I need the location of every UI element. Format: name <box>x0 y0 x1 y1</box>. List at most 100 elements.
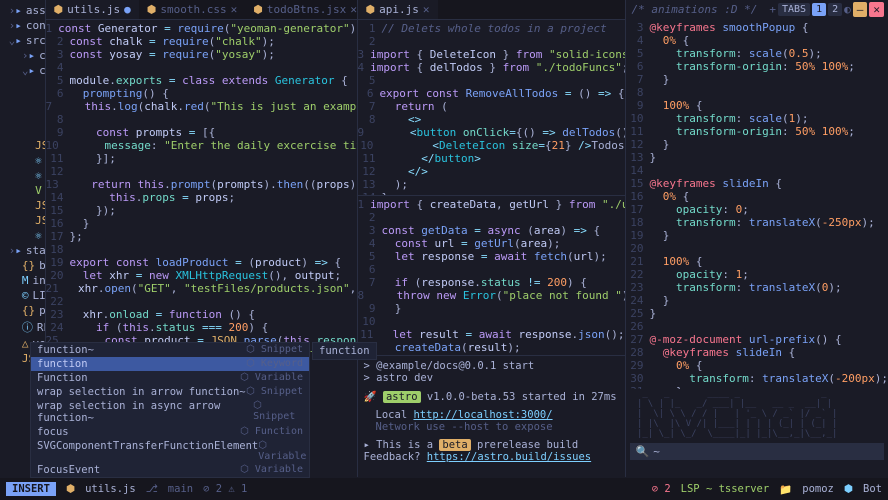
code-line[interactable]: 5module.exports = class extends Generato… <box>46 74 357 87</box>
code-line[interactable]: 22 <box>46 295 357 308</box>
editor-tab[interactable]: ⬢todoBtns.jsx✕ <box>245 0 365 19</box>
code-line[interactable]: 26 <box>626 320 888 333</box>
code-line[interactable]: 7 return ( <box>358 100 625 113</box>
code-line[interactable]: 20 let xhr = new XMLHttpRequest(), outpu… <box>46 269 357 282</box>
code-line[interactable]: 9 } <box>358 302 625 315</box>
tree-item[interactable]: M index.html <box>0 273 45 288</box>
code-line[interactable]: 10 message: "Enter the daily excercise t… <box>46 139 357 152</box>
code-line[interactable]: 20 <box>626 242 888 255</box>
autocomplete-item[interactable]: wrap selection in arrow function~⬡ Snipp… <box>31 385 309 399</box>
code-line[interactable]: 22 opacity: 1; <box>626 268 888 281</box>
code-line[interactable]: 21 100% { <box>626 255 888 268</box>
code-line[interactable]: 4import { delTodos } from "./todoFuncs"; <box>358 61 625 74</box>
code-line[interactable]: 12 } <box>626 138 888 151</box>
code-line[interactable]: 1const Generator = require("yeoman-gener… <box>46 22 357 35</box>
code-line[interactable]: 7 } <box>626 73 888 86</box>
code-line[interactable]: 10 <DeleteIcon size={21} />Todos <box>358 139 625 152</box>
code-line[interactable]: 12 createData(result); <box>358 341 625 354</box>
tree-item[interactable]: V land.vue <box>0 183 45 198</box>
tree-item[interactable]: # navbar.css <box>0 78 45 93</box>
tree-item[interactable]: # timer.css <box>0 123 45 138</box>
autocomplete-item[interactable]: Function⬡ Variable <box>31 371 309 385</box>
minimize-icon[interactable]: – <box>853 2 868 17</box>
autocomplete-item[interactable]: FocusEvent⬡ Variable <box>31 463 309 477</box>
code-line[interactable]: 24 if (this.status === 200) { <box>46 321 357 334</box>
tree-item[interactable]: ⌄ ▸ css <box>0 63 45 78</box>
code-line[interactable]: 3@keyframes smoothPopup { <box>626 21 888 34</box>
add-tab-icon[interactable]: + <box>769 3 776 16</box>
code-line[interactable]: 4 0% { <box>626 34 888 47</box>
tree-item[interactable]: {} babel.config.js <box>0 258 45 273</box>
code-line[interactable]: 16 } <box>46 217 357 230</box>
code-line[interactable]: 11 let result = await response.json(); <box>358 328 625 341</box>
code-line[interactable]: 10 transform: scale(1); <box>626 112 888 125</box>
code-line[interactable]: 11 }]; <box>46 152 357 165</box>
code-line[interactable]: 6 transform-origin: 50% 100%; <box>626 60 888 73</box>
code-line[interactable]: 5 <box>358 74 625 87</box>
code-line[interactable]: 9 const prompts = [{ <box>46 126 357 139</box>
tree-item[interactable]: ⚛ App.jsx <box>0 153 45 168</box>
code-line[interactable]: 7 this.log(chalk.red("This is just an ex… <box>46 100 357 113</box>
code-line[interactable]: 8 <> <box>358 113 625 126</box>
code-line[interactable]: 13 return this.prompt(prompts).then((pro… <box>46 178 357 191</box>
code-line[interactable]: 2const chalk = require("chalk"); <box>46 35 357 48</box>
code-line[interactable]: 12 <box>46 165 357 178</box>
code-line[interactable]: 23 xhr.onload = function () { <box>46 308 357 321</box>
code-line[interactable]: 31 } <box>626 385 888 389</box>
code-line[interactable]: 3const getData = async (area) => { <box>358 224 625 237</box>
code-line[interactable]: 3import { DeleteIcon } from "solid-icons… <box>358 48 625 61</box>
code-line[interactable]: 2 <box>358 35 625 48</box>
search-mini[interactable]: 🔍 ~ <box>630 443 884 460</box>
terminal[interactable]: > @example/docs@0.0.1 start> astro dev🚀 … <box>358 355 625 477</box>
tree-item[interactable]: ⓘ README.md <box>0 318 45 336</box>
code-line[interactable]: 28 @keyframes slideIn { <box>626 346 888 359</box>
code-line[interactable]: 21 xhr.open("GET", "testFiles/products.j… <box>46 282 357 295</box>
tree-item[interactable]: › ▸ components <box>0 48 45 63</box>
editor-tab[interactable]: ⬢api.js✕ <box>358 0 438 19</box>
autocomplete-item[interactable]: focus⬡ Function <box>31 425 309 439</box>
tree-item[interactable]: ⚛ index.jsx <box>0 168 45 183</box>
code-line[interactable]: 13}; <box>358 354 625 355</box>
code-line[interactable]: 17 opacity: 0; <box>626 203 888 216</box>
tree-item[interactable]: › ▸ static <box>0 243 45 258</box>
tree-item[interactable]: › ▸ config <box>0 18 45 33</box>
code-line[interactable]: 11 </button> <box>358 152 625 165</box>
autocomplete-item[interactable]: wrap selection in async arrow function~⬡… <box>31 399 309 425</box>
code-line[interactable]: 4 <box>46 61 357 74</box>
code-line[interactable]: 2 <box>358 211 625 224</box>
code-line[interactable]: 8 <box>46 113 357 126</box>
code-line[interactable]: 6export const RemoveAllTodos = () => { <box>358 87 625 100</box>
code-line[interactable]: 19export const loadProduct = (product) =… <box>46 256 357 269</box>
code-line[interactable]: 16 0% { <box>626 190 888 203</box>
code-line[interactable]: 29 0% { <box>626 359 888 372</box>
tree-item[interactable]: # style.css <box>0 108 45 123</box>
code-line[interactable]: 9 100% { <box>626 99 888 112</box>
code-line[interactable]: 27@-moz-document url-prefix() { <box>626 333 888 346</box>
code-line[interactable]: 25} <box>626 307 888 320</box>
code-line[interactable]: 9 <button onClick={() => delTodos()}> <box>358 126 625 139</box>
code-line[interactable]: 15 }); <box>46 204 357 217</box>
editor-tab[interactable]: ⬢smooth.css✕ <box>139 0 245 19</box>
code-line[interactable]: 23 transform: translateX(0); <box>626 281 888 294</box>
code-line[interactable]: 19 } <box>626 229 888 242</box>
tree-item[interactable]: › ▸ assets <box>0 3 45 18</box>
code-line[interactable]: 1// Delets whole todos in a project <box>358 22 625 35</box>
code-line[interactable]: 8 <box>626 86 888 99</box>
autocomplete-popup[interactable]: function~⬡ Snippetfunction⬡ KeywordFunct… <box>30 342 310 478</box>
code-line[interactable]: 12 </> <box>358 165 625 178</box>
code-line[interactable]: 30 transform: translateX(-200px); <box>626 372 888 385</box>
toggle-icon[interactable]: ◐ <box>844 3 851 16</box>
code-line[interactable]: 13 ); <box>358 178 625 191</box>
code-line[interactable]: 15@keyframes slideIn { <box>626 177 888 190</box>
editor-tab[interactable]: ⬢utils.js● <box>46 0 139 19</box>
tree-item[interactable]: JS api.js <box>0 138 45 153</box>
code-line[interactable]: 6 prompting() { <box>46 87 357 100</box>
code-line[interactable]: 18 <box>46 243 357 256</box>
tree-item[interactable]: JS utils.js <box>0 213 45 228</box>
tree-item[interactable]: ⚛ Utils.jsx <box>0 228 45 243</box>
autocomplete-item[interactable]: function⬡ Keyword <box>31 357 309 371</box>
code-line[interactable]: 14 <box>626 164 888 177</box>
code-line[interactable]: 8 throw new Error("place not found "); <box>358 289 625 302</box>
code-line[interactable]: 4 const url = getUrl(area); <box>358 237 625 250</box>
code-line[interactable]: 5 transform: scale(0.5); <box>626 47 888 60</box>
